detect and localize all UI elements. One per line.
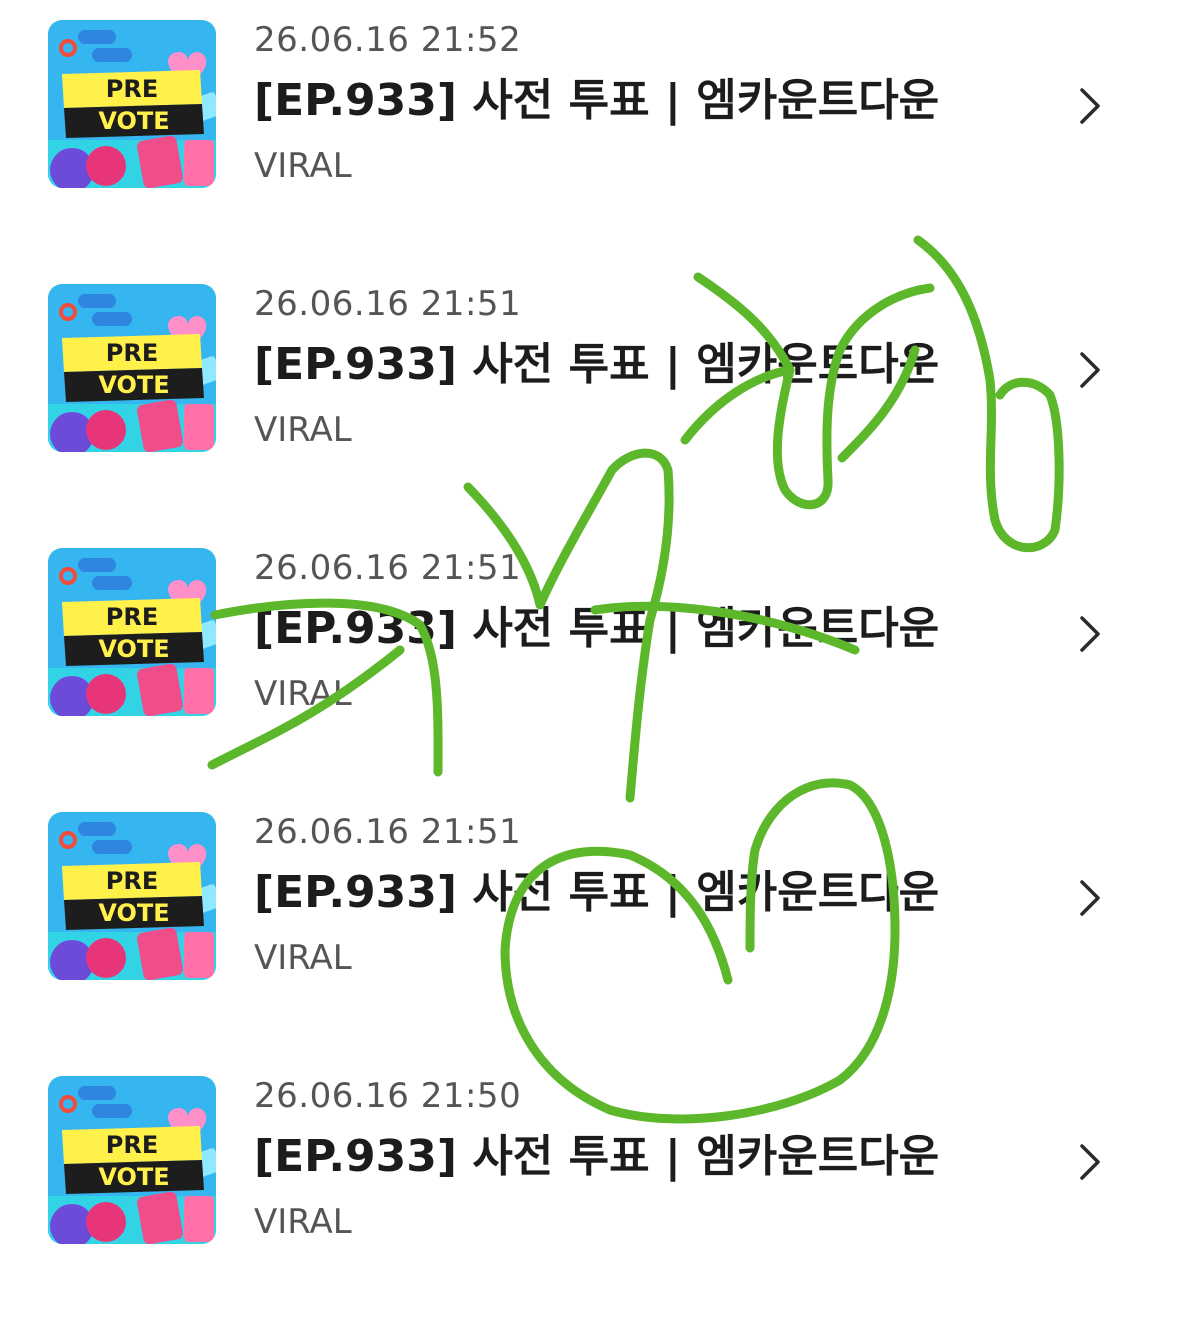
- thumbnail-line1: PRE: [106, 339, 158, 367]
- thumbnail-line2: VOTE: [98, 371, 169, 399]
- item-title: [EP.933] 사전 투표 | 엠카운트다운: [254, 603, 940, 654]
- list-item[interactable]: PRE VOTE 26.06.16 21:52 [EP.933] 사전 투표 |…: [0, 20, 1179, 284]
- list-item[interactable]: PRE VOTE 26.06.16 21:50 [EP.933] 사전 투표 |…: [0, 1076, 1179, 1340]
- thumbnail-line1: PRE: [106, 1131, 158, 1159]
- item-date: 26.06.16 21:50: [254, 1076, 522, 1116]
- list-item[interactable]: PRE VOTE 26.06.16 21:51 [EP.933] 사전 투표 |…: [0, 812, 1179, 1076]
- item-title: [EP.933] 사전 투표 | 엠카운트다운: [254, 75, 940, 126]
- list-item[interactable]: PRE VOTE 26.06.16 21:51 [EP.933] 사전 투표 |…: [0, 548, 1179, 812]
- chevron-right-icon: [1080, 352, 1100, 388]
- item-category: VIRAL: [254, 674, 352, 714]
- list-item[interactable]: PRE VOTE 26.06.16 21:51 [EP.933] 사전 투표 |…: [0, 284, 1179, 548]
- item-date: 26.06.16 21:51: [254, 812, 522, 852]
- pre-vote-thumbnail-icon: PRE VOTE: [48, 1076, 216, 1244]
- thumbnail-line2: VOTE: [98, 107, 169, 135]
- item-category: VIRAL: [254, 146, 352, 186]
- thumbnail-line1: PRE: [106, 75, 158, 103]
- pre-vote-thumbnail-icon: PRE VOTE: [48, 20, 216, 188]
- thumbnail-line2: VOTE: [98, 1163, 169, 1191]
- item-date: 26.06.16 21:51: [254, 548, 522, 588]
- item-category: VIRAL: [254, 1202, 352, 1242]
- item-title: [EP.933] 사전 투표 | 엠카운트다운: [254, 867, 940, 918]
- thumbnail-line2: VOTE: [98, 899, 169, 927]
- item-title: [EP.933] 사전 투표 | 엠카운트다운: [254, 1131, 940, 1182]
- chevron-right-icon: [1080, 880, 1100, 916]
- thumbnail-line2: VOTE: [98, 635, 169, 663]
- item-date: 26.06.16 21:51: [254, 284, 522, 324]
- item-category: VIRAL: [254, 410, 352, 450]
- item-date: 26.06.16 21:52: [254, 20, 522, 60]
- chevron-right-icon: [1080, 616, 1100, 652]
- thumbnail-line1: PRE: [106, 867, 158, 895]
- item-category: VIRAL: [254, 938, 352, 978]
- pre-vote-thumbnail-icon: PRE VOTE: [48, 812, 216, 980]
- item-title: [EP.933] 사전 투표 | 엠카운트다운: [254, 339, 940, 390]
- pre-vote-thumbnail-icon: PRE VOTE: [48, 284, 216, 452]
- chevron-right-icon: [1080, 88, 1100, 124]
- pre-vote-thumbnail-icon: PRE VOTE: [48, 548, 216, 716]
- thumbnail-line1: PRE: [106, 603, 158, 631]
- chevron-right-icon: [1080, 1144, 1100, 1180]
